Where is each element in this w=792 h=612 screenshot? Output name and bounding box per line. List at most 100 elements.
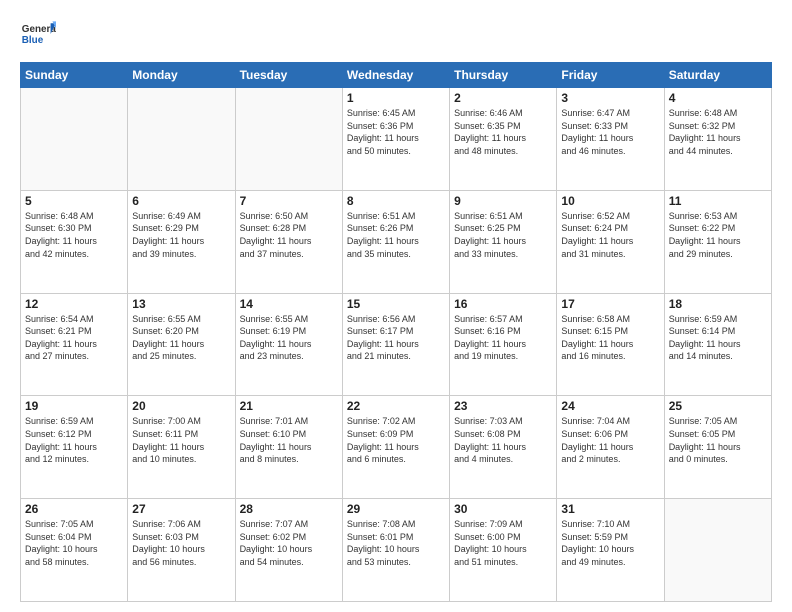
day-number: 13 xyxy=(132,297,230,311)
day-number: 5 xyxy=(25,194,123,208)
day-number: 23 xyxy=(454,399,552,413)
day-info: Sunrise: 6:58 AM Sunset: 6:15 PM Dayligh… xyxy=(561,313,659,363)
calendar-cell: 2 Sunrise: 6:46 AM Sunset: 6:35 PM Daylig… xyxy=(450,88,557,191)
day-number: 8 xyxy=(347,194,445,208)
day-number: 2 xyxy=(454,91,552,105)
day-info: Sunrise: 6:46 AM Sunset: 6:35 PM Dayligh… xyxy=(454,107,552,157)
calendar-cell: 7 Sunrise: 6:50 AM Sunset: 6:28 PM Daylig… xyxy=(235,190,342,293)
calendar-cell: 26Sunrise: 7:05 AM Sunset: 6:04 PM Dayli… xyxy=(21,499,128,602)
day-info: Sunrise: 7:06 AM Sunset: 6:03 PM Dayligh… xyxy=(132,518,230,568)
day-info: Sunrise: 6:51 AM Sunset: 6:25 PM Dayligh… xyxy=(454,210,552,260)
calendar-cell: 30 Sunrise: 7:09 AM Sunset: 6:00 PM Dayli… xyxy=(450,499,557,602)
day-number: 29 xyxy=(347,502,445,516)
day-number: 21 xyxy=(240,399,338,413)
weekday-header-tuesday: Tuesday xyxy=(235,63,342,88)
day-info: Sunrise: 6:51 AM Sunset: 6:26 PM Dayligh… xyxy=(347,210,445,260)
weekday-header-friday: Friday xyxy=(557,63,664,88)
calendar-cell: 9 Sunrise: 6:51 AM Sunset: 6:25 PM Daylig… xyxy=(450,190,557,293)
calendar-cell: 21 Sunrise: 7:01 AM Sunset: 6:10 PM Dayli… xyxy=(235,396,342,499)
day-info: Sunrise: 7:03 AM Sunset: 6:08 PM Dayligh… xyxy=(454,415,552,465)
day-number: 19 xyxy=(25,399,123,413)
day-info: Sunrise: 6:56 AM Sunset: 6:17 PM Dayligh… xyxy=(347,313,445,363)
day-number: 24 xyxy=(561,399,659,413)
calendar-cell: 12Sunrise: 6:54 AM Sunset: 6:21 PM Dayli… xyxy=(21,293,128,396)
day-info: Sunrise: 6:55 AM Sunset: 6:20 PM Dayligh… xyxy=(132,313,230,363)
day-info: Sunrise: 7:01 AM Sunset: 6:10 PM Dayligh… xyxy=(240,415,338,465)
calendar-cell: 10 Sunrise: 6:52 AM Sunset: 6:24 PM Dayli… xyxy=(557,190,664,293)
day-info: Sunrise: 7:02 AM Sunset: 6:09 PM Dayligh… xyxy=(347,415,445,465)
day-info: Sunrise: 6:48 AM Sunset: 6:30 PM Dayligh… xyxy=(25,210,123,260)
day-info: Sunrise: 6:45 AM Sunset: 6:36 PM Dayligh… xyxy=(347,107,445,157)
calendar-cell: 11 Sunrise: 6:53 AM Sunset: 6:22 PM Dayli… xyxy=(664,190,771,293)
day-info: Sunrise: 7:09 AM Sunset: 6:00 PM Dayligh… xyxy=(454,518,552,568)
day-info: Sunrise: 6:53 AM Sunset: 6:22 PM Dayligh… xyxy=(669,210,767,260)
day-number: 27 xyxy=(132,502,230,516)
day-info: Sunrise: 7:07 AM Sunset: 6:02 PM Dayligh… xyxy=(240,518,338,568)
weekday-header-thursday: Thursday xyxy=(450,63,557,88)
page: General Blue SundayMondayTuesdayWednesda… xyxy=(0,0,792,612)
day-number: 10 xyxy=(561,194,659,208)
weekday-header-sunday: Sunday xyxy=(21,63,128,88)
calendar-cell: 15 Sunrise: 6:56 AM Sunset: 6:17 PM Dayli… xyxy=(342,293,449,396)
day-info: Sunrise: 7:00 AM Sunset: 6:11 PM Dayligh… xyxy=(132,415,230,465)
calendar-cell: 13 Sunrise: 6:55 AM Sunset: 6:20 PM Dayli… xyxy=(128,293,235,396)
day-number: 18 xyxy=(669,297,767,311)
calendar-cell: 1 Sunrise: 6:45 AM Sunset: 6:36 PM Daylig… xyxy=(342,88,449,191)
calendar-cell: 6 Sunrise: 6:49 AM Sunset: 6:29 PM Daylig… xyxy=(128,190,235,293)
day-info: Sunrise: 6:48 AM Sunset: 6:32 PM Dayligh… xyxy=(669,107,767,157)
day-number: 17 xyxy=(561,297,659,311)
calendar-cell: 25 Sunrise: 7:05 AM Sunset: 6:05 PM Dayli… xyxy=(664,396,771,499)
day-number: 4 xyxy=(669,91,767,105)
calendar-cell: 3 Sunrise: 6:47 AM Sunset: 6:33 PM Daylig… xyxy=(557,88,664,191)
week-row-5: 26Sunrise: 7:05 AM Sunset: 6:04 PM Dayli… xyxy=(21,499,772,602)
calendar-table: SundayMondayTuesdayWednesdayThursdayFrid… xyxy=(20,62,772,602)
day-number: 3 xyxy=(561,91,659,105)
day-number: 20 xyxy=(132,399,230,413)
weekday-header-row: SundayMondayTuesdayWednesdayThursdayFrid… xyxy=(21,63,772,88)
day-number: 28 xyxy=(240,502,338,516)
week-row-3: 12Sunrise: 6:54 AM Sunset: 6:21 PM Dayli… xyxy=(21,293,772,396)
svg-text:Blue: Blue xyxy=(22,35,44,46)
week-row-4: 19Sunrise: 6:59 AM Sunset: 6:12 PM Dayli… xyxy=(21,396,772,499)
calendar-cell: 22 Sunrise: 7:02 AM Sunset: 6:09 PM Dayli… xyxy=(342,396,449,499)
day-info: Sunrise: 7:08 AM Sunset: 6:01 PM Dayligh… xyxy=(347,518,445,568)
day-number: 25 xyxy=(669,399,767,413)
day-number: 14 xyxy=(240,297,338,311)
day-number: 15 xyxy=(347,297,445,311)
day-number: 31 xyxy=(561,502,659,516)
day-number: 11 xyxy=(669,194,767,208)
day-info: Sunrise: 6:50 AM Sunset: 6:28 PM Dayligh… xyxy=(240,210,338,260)
weekday-header-saturday: Saturday xyxy=(664,63,771,88)
day-number: 12 xyxy=(25,297,123,311)
day-info: Sunrise: 6:59 AM Sunset: 6:14 PM Dayligh… xyxy=(669,313,767,363)
day-number: 30 xyxy=(454,502,552,516)
weekday-header-monday: Monday xyxy=(128,63,235,88)
calendar-cell: 28 Sunrise: 7:07 AM Sunset: 6:02 PM Dayli… xyxy=(235,499,342,602)
calendar-cell: 4 Sunrise: 6:48 AM Sunset: 6:32 PM Daylig… xyxy=(664,88,771,191)
weekday-header-wednesday: Wednesday xyxy=(342,63,449,88)
day-number: 6 xyxy=(132,194,230,208)
calendar-cell: 19Sunrise: 6:59 AM Sunset: 6:12 PM Dayli… xyxy=(21,396,128,499)
logo-icon: General Blue xyxy=(20,16,56,52)
day-info: Sunrise: 6:49 AM Sunset: 6:29 PM Dayligh… xyxy=(132,210,230,260)
calendar-cell: 18 Sunrise: 6:59 AM Sunset: 6:14 PM Dayli… xyxy=(664,293,771,396)
day-number: 1 xyxy=(347,91,445,105)
calendar-cell: 5 Sunrise: 6:48 AM Sunset: 6:30 PM Daylig… xyxy=(21,190,128,293)
week-row-2: 5 Sunrise: 6:48 AM Sunset: 6:30 PM Daylig… xyxy=(21,190,772,293)
day-info: Sunrise: 7:10 AM Sunset: 5:59 PM Dayligh… xyxy=(561,518,659,568)
calendar-cell: 27 Sunrise: 7:06 AM Sunset: 6:03 PM Dayli… xyxy=(128,499,235,602)
calendar-cell: 23 Sunrise: 7:03 AM Sunset: 6:08 PM Dayli… xyxy=(450,396,557,499)
day-info: Sunrise: 6:47 AM Sunset: 6:33 PM Dayligh… xyxy=(561,107,659,157)
day-number: 16 xyxy=(454,297,552,311)
calendar-cell: 31 Sunrise: 7:10 AM Sunset: 5:59 PM Dayli… xyxy=(557,499,664,602)
calendar-cell: 24 Sunrise: 7:04 AM Sunset: 6:06 PM Dayli… xyxy=(557,396,664,499)
calendar-cell xyxy=(21,88,128,191)
day-info: Sunrise: 7:05 AM Sunset: 6:05 PM Dayligh… xyxy=(669,415,767,465)
day-number: 9 xyxy=(454,194,552,208)
calendar-cell: 8 Sunrise: 6:51 AM Sunset: 6:26 PM Daylig… xyxy=(342,190,449,293)
calendar-cell: 17 Sunrise: 6:58 AM Sunset: 6:15 PM Dayli… xyxy=(557,293,664,396)
day-info: Sunrise: 7:04 AM Sunset: 6:06 PM Dayligh… xyxy=(561,415,659,465)
day-number: 7 xyxy=(240,194,338,208)
day-number: 22 xyxy=(347,399,445,413)
day-info: Sunrise: 6:52 AM Sunset: 6:24 PM Dayligh… xyxy=(561,210,659,260)
